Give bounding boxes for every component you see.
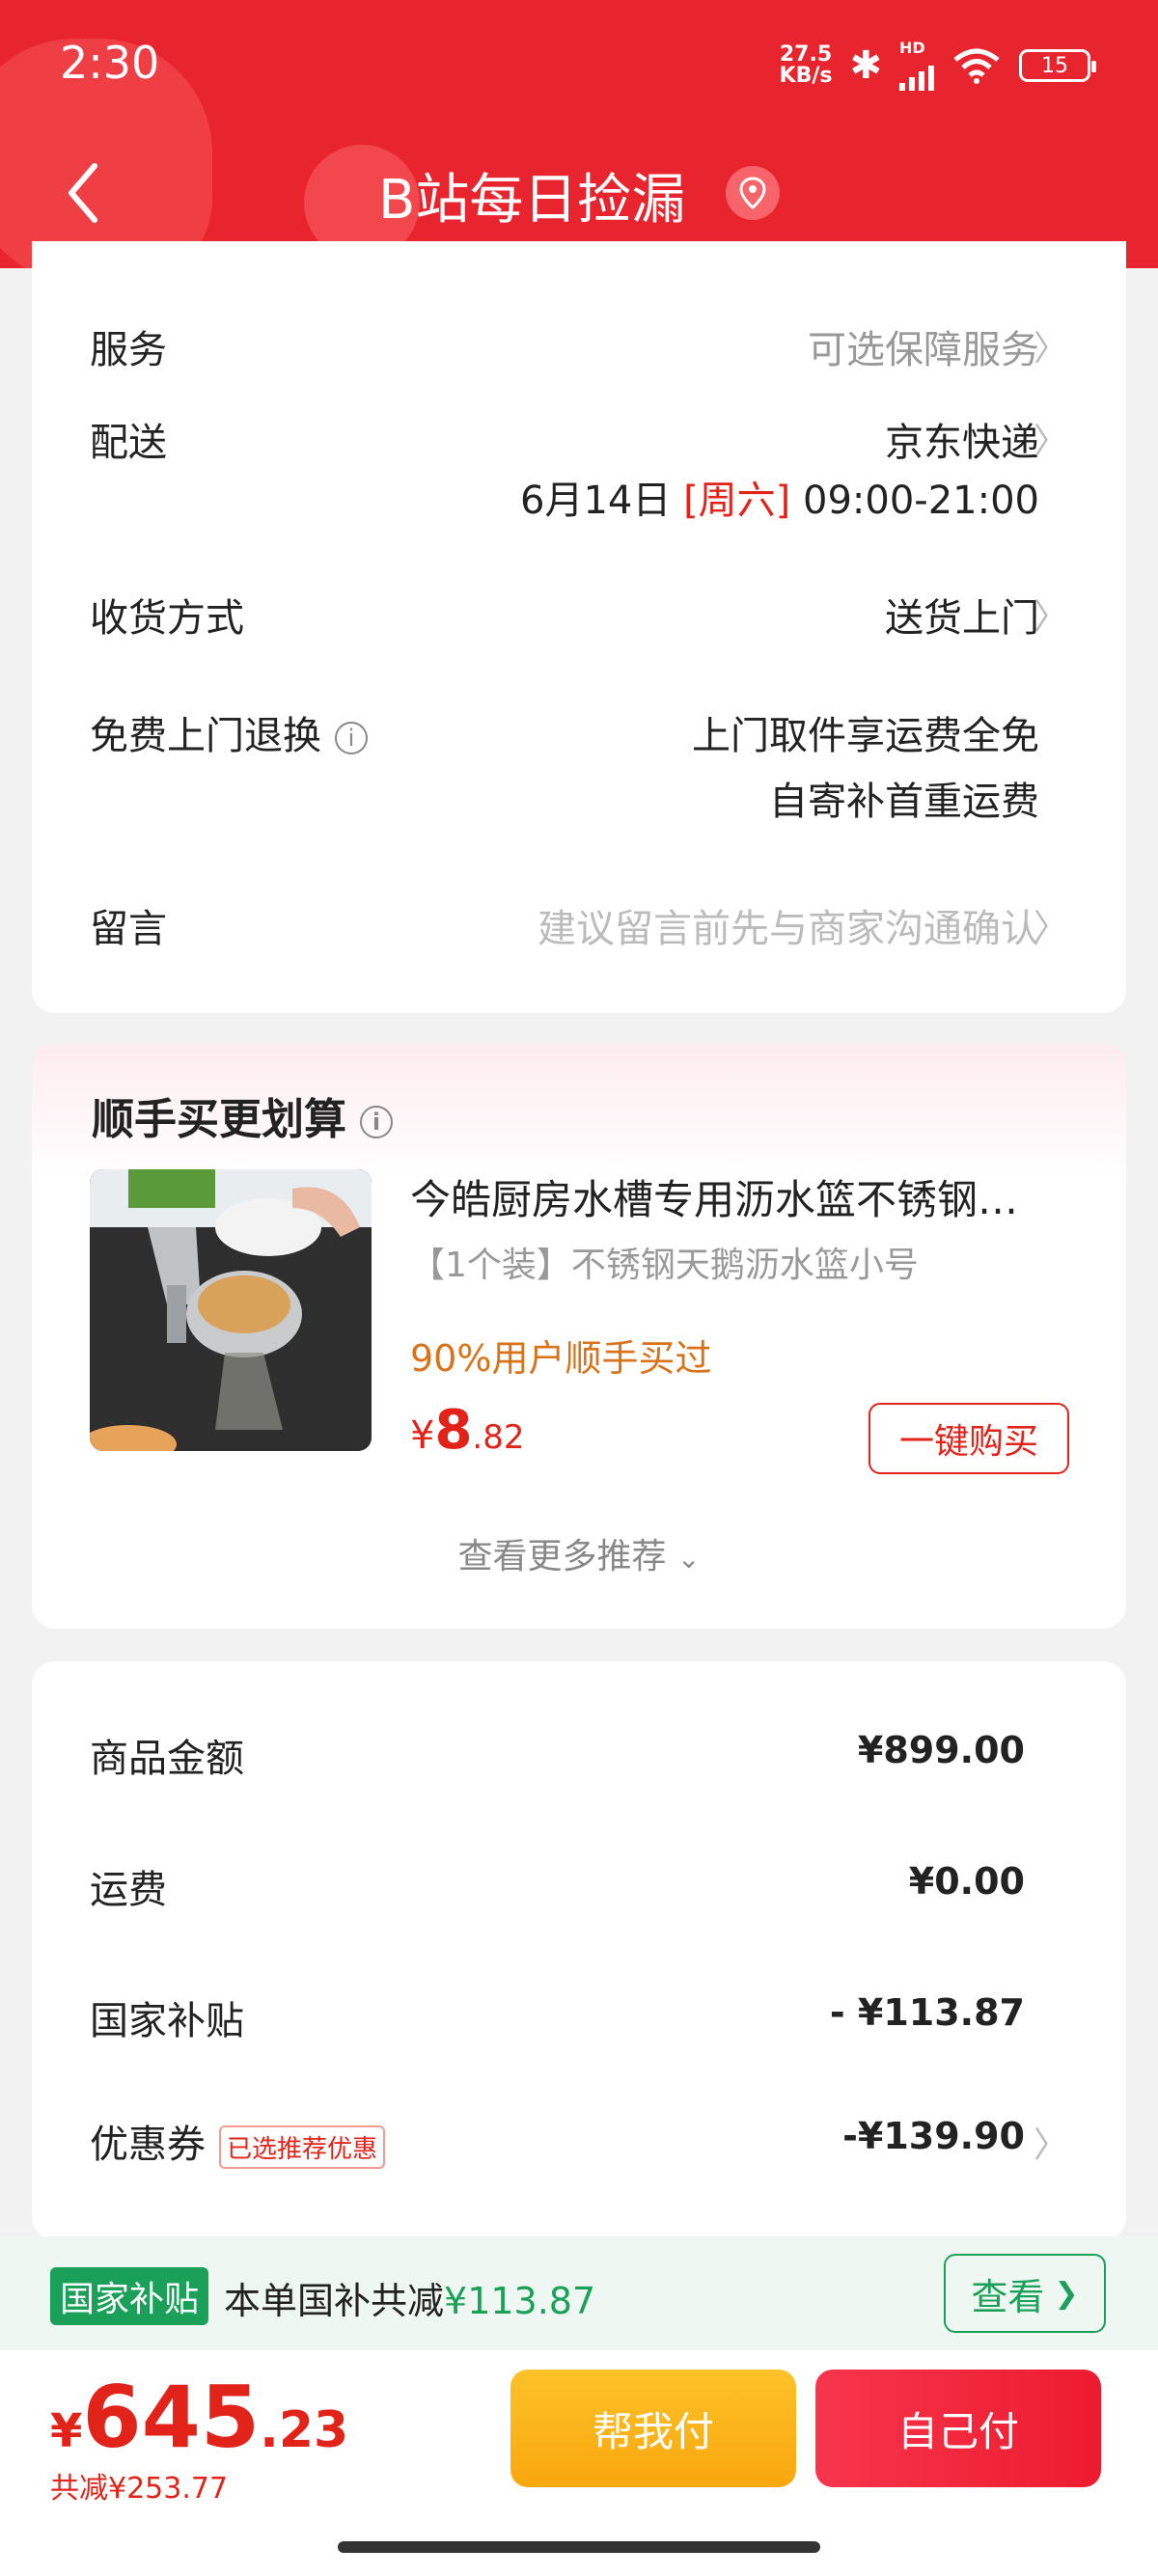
bottom-bar: ¥645.23 共减¥253.77 帮我付 自己付 xyxy=(0,2350,1158,2576)
receive-method-value[interactable]: 送货上门 xyxy=(885,587,1039,643)
home-indicator[interactable] xyxy=(338,2541,820,2553)
service-value[interactable]: 可选保障服务 xyxy=(808,318,1039,374)
goods-amount-label: 商品金额 xyxy=(90,1737,244,1781)
back-icon[interactable] xyxy=(60,154,108,232)
coupon-label-text: 优惠券 xyxy=(90,2123,206,2167)
coupon-value[interactable]: -¥139.90 xyxy=(842,2115,1025,2157)
delivery-schedule[interactable]: 6月14日 [周六] 09:00-21:00 xyxy=(520,469,1039,525)
subsidy-badge: 国家补贴 xyxy=(50,2267,209,2325)
see-more-recommend[interactable]: 查看更多推荐 ⌄ xyxy=(32,1528,1126,1578)
order-info-card: 服务 可选保障服务 〉 配送 京东快递 〉 6月14日 [周六] 09:00-2… xyxy=(32,241,1126,1013)
status-bar: 2:30 27.5 KB/s ✱ HD 15 xyxy=(0,0,1158,125)
service-label: 服务 xyxy=(90,328,167,372)
delivery-date: 6月14日 xyxy=(520,479,672,523)
subsidy-label: 国家补贴 xyxy=(90,1999,244,2043)
total-integer: 645 xyxy=(82,2368,261,2467)
wifi-icon xyxy=(953,48,1000,84)
status-icons: 27.5 KB/s ✱ HD 15 xyxy=(780,41,1096,91)
subsidy-text: 本单国补共减¥113.87 xyxy=(224,2271,595,2324)
subsidy-text-label: 本单国补共减 xyxy=(224,2280,445,2322)
page-title: B站每日捡漏 xyxy=(378,169,686,232)
subsidy-amount: ¥113.87 xyxy=(444,2280,596,2322)
receive-method-label: 收货方式 xyxy=(90,596,244,641)
cellular-signal-icon: HD xyxy=(899,41,934,91)
recommend-card: 顺手买更划算 i 今皓厨房水槽专用沥水篮不锈钢… 【1个装】不锈钢天鹅沥水篮小号 … xyxy=(32,1044,1126,1629)
free-return-label-text: 免费上门退换 xyxy=(90,714,321,758)
header: 2:30 27.5 KB/s ✱ HD 15 B站每日捡漏 xyxy=(0,0,1158,268)
total-currency: ¥ xyxy=(50,2404,83,2458)
total-price: ¥645.23 xyxy=(50,2368,348,2467)
price-decimal: .82 xyxy=(472,1418,525,1457)
product-title[interactable]: 今皓厨房水槽专用沥水篮不锈钢… xyxy=(410,1167,1105,1226)
chevron-right-icon[interactable]: 〉 xyxy=(1034,899,1068,949)
product-price: ¥8.82 xyxy=(410,1399,525,1462)
recommend-title: 顺手买更划算 i xyxy=(92,1084,393,1146)
chevron-right-icon[interactable]: 〉 xyxy=(1034,320,1068,370)
price-summary-card: 商品金额 ¥899.00 运费 ¥0.00 国家补贴 - ¥113.87 优惠券… xyxy=(32,1661,1126,2240)
delivery-weekday: [周六] xyxy=(683,479,791,523)
chevron-down-icon: ⌄ xyxy=(677,1543,701,1575)
delivery-label: 配送 xyxy=(90,421,167,465)
net-speed: 27.5 KB/s xyxy=(780,44,833,87)
bluetooth-icon: ✱ xyxy=(849,43,882,88)
goods-amount-value: ¥899.00 xyxy=(857,1729,1025,1771)
info-icon[interactable]: i xyxy=(360,1106,393,1138)
one-click-buy-button[interactable]: 一键购买 xyxy=(868,1403,1069,1474)
total-decimal: .23 xyxy=(260,2401,349,2459)
chevron-right-icon[interactable]: 〉 xyxy=(1034,2117,1068,2167)
product-note: 90%用户顺手买过 xyxy=(410,1337,712,1380)
message-label: 留言 xyxy=(90,907,167,951)
freight-label: 运费 xyxy=(90,1868,167,1912)
delivery-carrier[interactable]: 京东快递 xyxy=(885,411,1039,467)
coupon-label: 优惠券 已选推荐优惠 xyxy=(90,2113,386,2169)
recommend-title-text: 顺手买更划算 xyxy=(92,1095,346,1144)
product-spec: 【1个装】不锈钢天鹅沥水篮小号 xyxy=(410,1246,919,1285)
message-input[interactable]: 建议留言前先与商家沟通确认 xyxy=(538,897,1039,953)
price-currency: ¥ xyxy=(410,1413,435,1458)
price-integer: 8 xyxy=(434,1399,473,1462)
net-speed-value: 27.5 xyxy=(779,42,833,67)
view-subsidy-label: 查看 xyxy=(971,2275,1045,2318)
info-icon[interactable]: i xyxy=(335,722,368,754)
freight-value: ¥0.00 xyxy=(908,1860,1025,1903)
network-label: HD xyxy=(899,39,925,57)
location-pin-icon[interactable] xyxy=(726,166,780,220)
help-pay-button[interactable]: 帮我付 xyxy=(510,2370,796,2487)
free-return-line2: 自寄补首重运费 xyxy=(769,780,1039,824)
subsidy-value: - ¥113.87 xyxy=(829,1991,1025,2034)
free-return-line1: 上门取件享运费全免 xyxy=(692,714,1039,758)
free-return-label: 免费上门退换 i xyxy=(90,704,368,760)
status-time: 2:30 xyxy=(60,37,160,89)
see-more-label: 查看更多推荐 xyxy=(457,1537,667,1576)
chevron-right-icon[interactable]: 〉 xyxy=(1034,413,1068,463)
battery-icon: 15 xyxy=(1019,49,1096,82)
view-subsidy-button[interactable]: 查看 ❯ xyxy=(944,2254,1106,2333)
chevron-right-icon: ❯ xyxy=(1054,2276,1079,2311)
product-thumbnail[interactable] xyxy=(90,1169,372,1451)
coupon-tag: 已选推荐优惠 xyxy=(219,2124,386,2169)
net-speed-unit: KB/s xyxy=(779,64,833,88)
total-saved: 共减¥253.77 xyxy=(50,2472,229,2506)
subsidy-bar: 国家补贴 本单国补共减¥113.87 查看 ❯ xyxy=(0,2236,1158,2350)
self-pay-button[interactable]: 自己付 xyxy=(815,2370,1101,2487)
delivery-time-range: 09:00-21:00 xyxy=(803,479,1039,523)
chevron-right-icon[interactable]: 〉 xyxy=(1034,589,1068,639)
